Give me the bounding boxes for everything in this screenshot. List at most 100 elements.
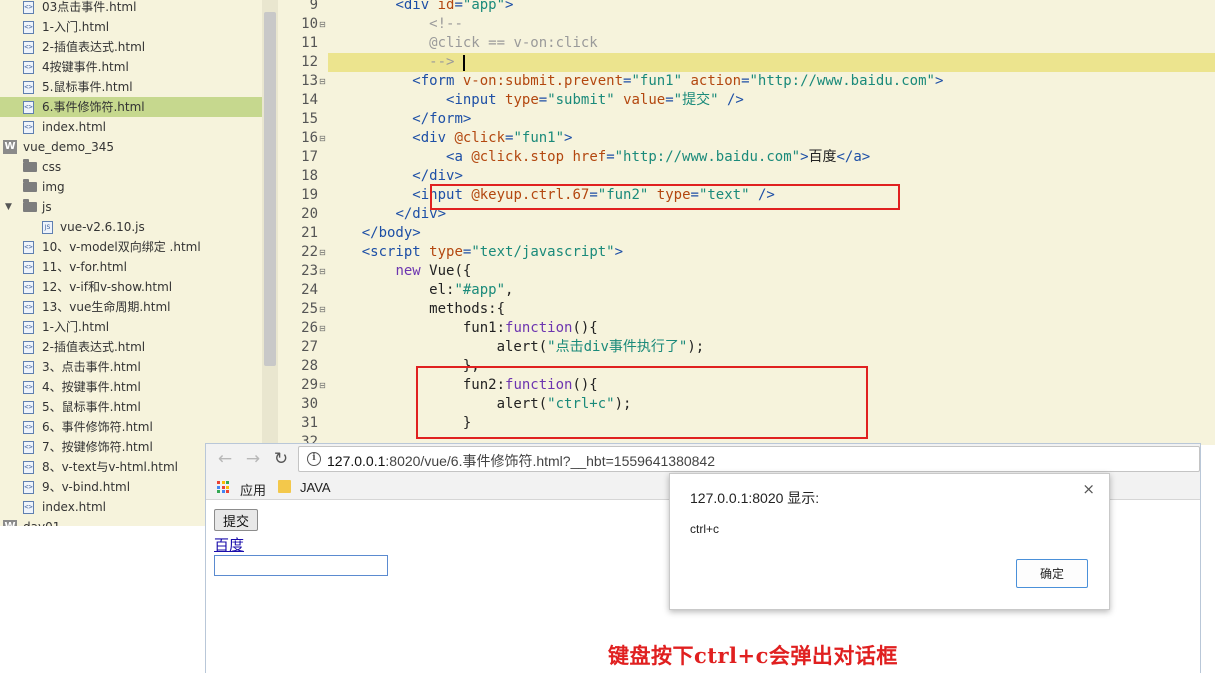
code-line[interactable]: <div @click="fun1"> [328,129,572,148]
tree-item[interactable]: <> 4、按键事件.html [0,377,262,397]
tree-item[interactable]: <> 6.事件修饰符.html [0,97,262,117]
code-line[interactable]: <form v-on:submit.prevent="fun1" action=… [328,72,943,91]
tree-item[interactable]: <> 13、vue生命周期.html [0,297,262,317]
code-line[interactable]: <input type="submit" value="提交" /> [328,91,744,110]
code-line[interactable]: @click == v-on:click [328,34,598,53]
tree-item-label: 2-插值表达式.html [42,340,146,354]
html-file-icon: <> [23,101,34,114]
line-number: 20 [301,206,318,222]
code-token: <a [446,149,472,165]
tree-item[interactable]: <> 6、事件修饰符.html [0,417,262,437]
code-line[interactable]: new Vue({ [328,262,471,281]
apps-grid-icon[interactable] [217,481,229,493]
tree-item-label: js [42,200,52,214]
line-number: 22 [301,244,318,260]
folder-icon [23,199,37,212]
baidu-link[interactable]: 百度 [214,534,244,555]
tree-item[interactable]: img [0,177,262,197]
tree-item[interactable]: ▼ js [0,197,262,217]
code-token: </body> [361,225,421,241]
tree-item[interactable]: <> 12、v-if和v-show.html [0,277,262,297]
code-line[interactable]: </div> [328,205,446,224]
code-line[interactable]: alert("点击div事件执行了"); [328,338,705,357]
tree-item-label: 7、按键修饰符.html [42,440,153,454]
apps-dot [226,485,229,489]
reload-icon[interactable]: ↻ [270,448,292,470]
apps-dot [226,481,229,484]
code-line[interactable]: <script type="text/javascript"> [328,243,623,262]
code-line[interactable]: methods:{ [328,300,505,319]
url-text[interactable]: 127.0.0.1:8020/vue/6.事件修饰符.html?__hbt=15… [327,451,715,471]
bookmark-java[interactable]: JAVA [300,480,331,495]
tree-item[interactable]: <> 4按键事件.html [0,57,262,77]
line-number: 27 [301,339,318,355]
tree-item-label: 6.事件修饰符.html [42,100,145,114]
expand-arrow-icon[interactable]: ▼ [5,197,12,217]
fold-toggle-icon[interactable]: ⊟ [319,319,328,338]
fold-toggle-icon[interactable]: ⊟ [319,262,328,281]
tree-item[interactable]: <> 5.鼠标事件.html [0,77,262,97]
tree-item-label: 8、v-text与v-html.html [42,460,179,474]
code-line[interactable]: <!-- [328,15,463,34]
tree-item[interactable]: <> 2-插值表达式.html [0,337,262,357]
ok-button[interactable]: 确定 [1016,559,1088,588]
code-token: methods:{ [328,301,506,317]
code-token: @click.stop [471,149,565,165]
tree-item[interactable]: JS vue-v2.6.10.js [0,217,262,237]
fold-toggle-icon[interactable]: ⊟ [319,243,328,262]
tree-item[interactable]: <> 2-插值表达式.html [0,37,262,57]
fold-toggle-icon[interactable]: ⊟ [319,376,328,395]
address-bar[interactable]: i 127.0.0.1:8020/vue/6.事件修饰符.html?__hbt=… [298,446,1200,472]
line-number: 10 [301,16,318,32]
fold-toggle-icon[interactable]: ⊟ [319,72,328,91]
tree-item[interactable]: <> 10、v-model双向绑定 .html [0,237,262,257]
bookmark-apps[interactable]: 应用 [240,480,266,499]
text-input[interactable] [214,555,388,576]
bookmark-folder-icon[interactable] [278,480,291,493]
code-line[interactable]: --> [328,53,1215,72]
code-line[interactable]: el:"#app", [328,281,513,300]
info-icon[interactable]: i [307,452,321,466]
code-line[interactable]: <a @click.stop href="http://www.baidu.co… [328,148,870,167]
back-arrow-icon[interactable]: ← [214,448,236,470]
tree-item[interactable]: <> 11、v-for.html [0,257,262,277]
code-line[interactable]: fun1:function(){ [328,319,598,338]
html-file-icon: <> [23,481,34,494]
fold-toggle-icon[interactable]: ⊟ [319,300,328,319]
submit-button[interactable]: 提交 [214,509,258,531]
tree-item[interactable]: <> index.html [0,117,262,137]
close-icon[interactable]: × [1082,480,1095,498]
code-token: "fun1" [631,73,683,89]
fold-toggle-icon[interactable]: ⊟ [319,129,328,148]
line-number: 13 [301,73,318,89]
tree-item[interactable]: css [0,157,262,177]
tree-item[interactable]: <> 5、鼠标事件.html [0,397,262,417]
code-token: "#app" [454,282,506,298]
code-line[interactable]: </form> [328,110,471,129]
fold-toggle-icon[interactable]: ⊟ [319,15,328,34]
tree-item[interactable]: <> 3、点击事件.html [0,357,262,377]
tree-scrollbar-thumb[interactable] [264,12,276,366]
tree-item[interactable]: <> 1-入门.html [0,317,262,337]
code-token: "提交" [673,92,719,108]
tree-item[interactable]: <> 1-入门.html [0,17,262,37]
tree-item[interactable]: Wvue_demo_345 [0,137,262,157]
tree-item[interactable]: <> 03点击事件.html [0,0,262,17]
code-line[interactable]: </body> [328,224,421,243]
code-token: href [572,149,607,165]
forward-arrow-icon[interactable]: → [242,448,264,470]
dialog-message: ctrl+c [690,522,720,536]
text-cursor [463,55,465,71]
code-token: <div [395,0,438,13]
tree-item-label: 5.鼠标事件.html [42,80,133,94]
tree-item-label: 4按键事件.html [42,60,129,74]
html-file-icon: <> [23,121,34,134]
code-line[interactable]: <div id="app"> [328,0,513,15]
tree-item-label: 1-入门.html [42,320,110,334]
html-file-icon: <> [23,41,34,54]
